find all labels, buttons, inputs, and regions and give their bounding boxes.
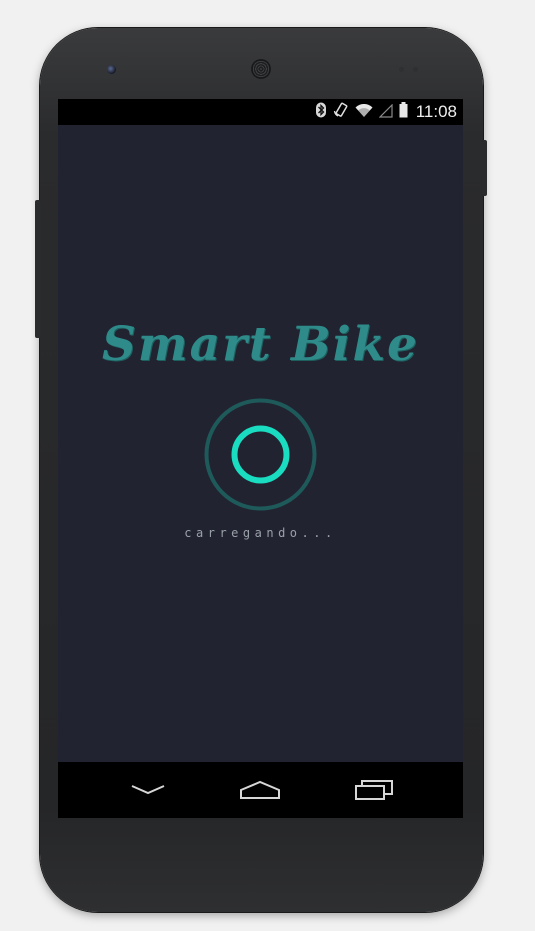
loading-spinner xyxy=(204,398,317,511)
splash-content: Smart Bike carregando... xyxy=(58,125,463,762)
loader-outer-ring xyxy=(204,398,317,511)
back-icon xyxy=(131,785,165,795)
proximity-sensor xyxy=(399,67,404,72)
loader-inner-ring xyxy=(231,425,290,484)
rotation-icon xyxy=(333,102,349,122)
loading-text: carregando... xyxy=(184,526,337,540)
screen: 11:08 Smart Bike carregando... xyxy=(58,99,463,818)
back-button[interactable] xyxy=(108,770,188,810)
status-bar: 11:08 xyxy=(58,99,463,125)
home-button[interactable] xyxy=(220,770,300,810)
power-button xyxy=(482,140,487,196)
navigation-bar xyxy=(58,762,463,818)
bluetooth-icon xyxy=(315,102,327,122)
signal-icon xyxy=(378,103,393,122)
status-icons: 11:08 xyxy=(315,99,457,125)
volume-button xyxy=(35,200,41,338)
earpiece-speaker xyxy=(251,59,271,79)
app-title: Smart Bike xyxy=(101,317,419,372)
light-sensor xyxy=(413,67,418,72)
recent-apps-button[interactable] xyxy=(334,770,414,810)
wifi-icon xyxy=(355,103,373,122)
battery-icon xyxy=(399,102,408,122)
front-camera xyxy=(107,65,116,74)
recent-apps-icon xyxy=(355,780,393,800)
home-icon xyxy=(240,780,280,799)
status-time: 11:08 xyxy=(415,102,457,121)
